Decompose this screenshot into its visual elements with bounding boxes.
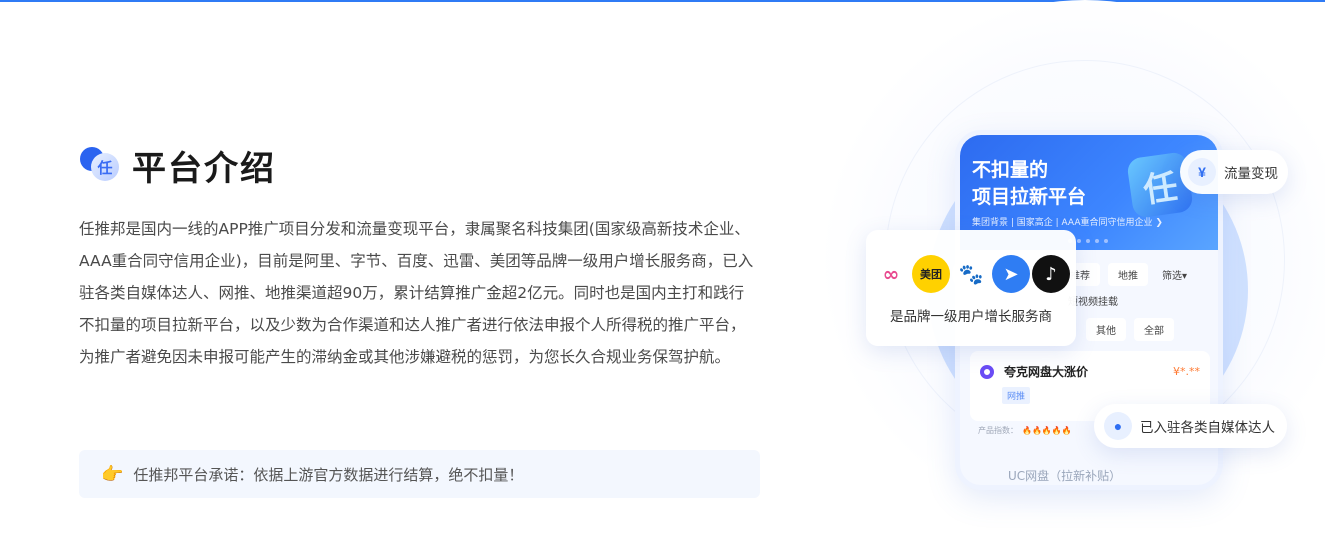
filter-row-3: 其他 全部 — [1086, 318, 1174, 341]
media-creators-tag: ● 已入驻各类自媒体达人 — [1094, 404, 1287, 448]
filter-chip[interactable]: 地推 — [1108, 263, 1148, 286]
project-title: 夸克网盘大涨价 — [1004, 365, 1089, 379]
section-title: 平台介绍 — [132, 148, 276, 189]
banner-subtitle: 集团背景 | 国家高企 | AAA重合同守信用企业 ❯ — [972, 218, 1163, 228]
next-project-title: UC网盘（拉新补贴） — [1008, 469, 1122, 483]
flame-icons: 🔥🔥🔥🔥🔥 — [1022, 426, 1072, 435]
pointing-hand-icon: 👉 — [101, 463, 124, 484]
promise-text: 任推邦平台承诺：依据上游官方数据进行结算，绝不扣量！ — [133, 465, 524, 484]
section-logo-icon: 任 — [80, 145, 122, 185]
brand-label: 是品牌一级用户增长服务商 — [890, 309, 1052, 325]
brand-partners-card: ∞ 美团 🐾 ➤ ♪ 是品牌一级用户增长服务商 — [866, 230, 1076, 346]
meituan-logo-icon: 美团 — [912, 255, 950, 293]
person-icon: ● — [1104, 412, 1132, 440]
baidu-logo-icon: 🐾 — [952, 255, 990, 293]
filter-chip[interactable]: 其他 — [1086, 318, 1126, 341]
project-price: ¥*.** — [1173, 365, 1200, 378]
cloud-logo-icon: ∞ — [872, 255, 910, 293]
tiktok-logo-icon: ♪ — [1032, 255, 1070, 293]
product-index: 产品指数： 🔥🔥🔥🔥🔥 — [978, 425, 1072, 436]
product-index-label: 产品指数： — [978, 426, 1018, 435]
promise-banner: 👉 任推邦平台承诺：依据上游官方数据进行结算，绝不扣量！ — [79, 450, 760, 498]
media-label: 已入驻各类自媒体达人 — [1140, 420, 1275, 436]
traffic-monetization-tag: ¥ 流量变现 — [1180, 150, 1288, 194]
project-icon — [980, 365, 994, 379]
banner-title: 不扣量的 项目拉新平台 — [972, 159, 1087, 208]
top-accent-line — [0, 0, 1325, 2]
xunlei-logo-icon: ➤ — [992, 255, 1030, 293]
brand-logos: ∞ 美团 🐾 ➤ ♪ — [872, 255, 1070, 293]
platform-description: 任推邦是国内一线的APP推广项目分发和流量变现平台，隶属聚名科技集团(国家级高新… — [79, 220, 754, 366]
project-tag: 网推 — [1002, 387, 1031, 404]
yen-icon: ¥ — [1188, 158, 1216, 186]
section-header: 任 平台介绍 — [80, 143, 276, 189]
filter-dropdown[interactable]: 筛选▾ — [1156, 263, 1193, 286]
filter-chip[interactable]: 全部 — [1134, 318, 1174, 341]
filter-row-1: 推荐 地推 筛选▾ — [1060, 263, 1193, 286]
traffic-label: 流量变现 — [1224, 166, 1278, 182]
